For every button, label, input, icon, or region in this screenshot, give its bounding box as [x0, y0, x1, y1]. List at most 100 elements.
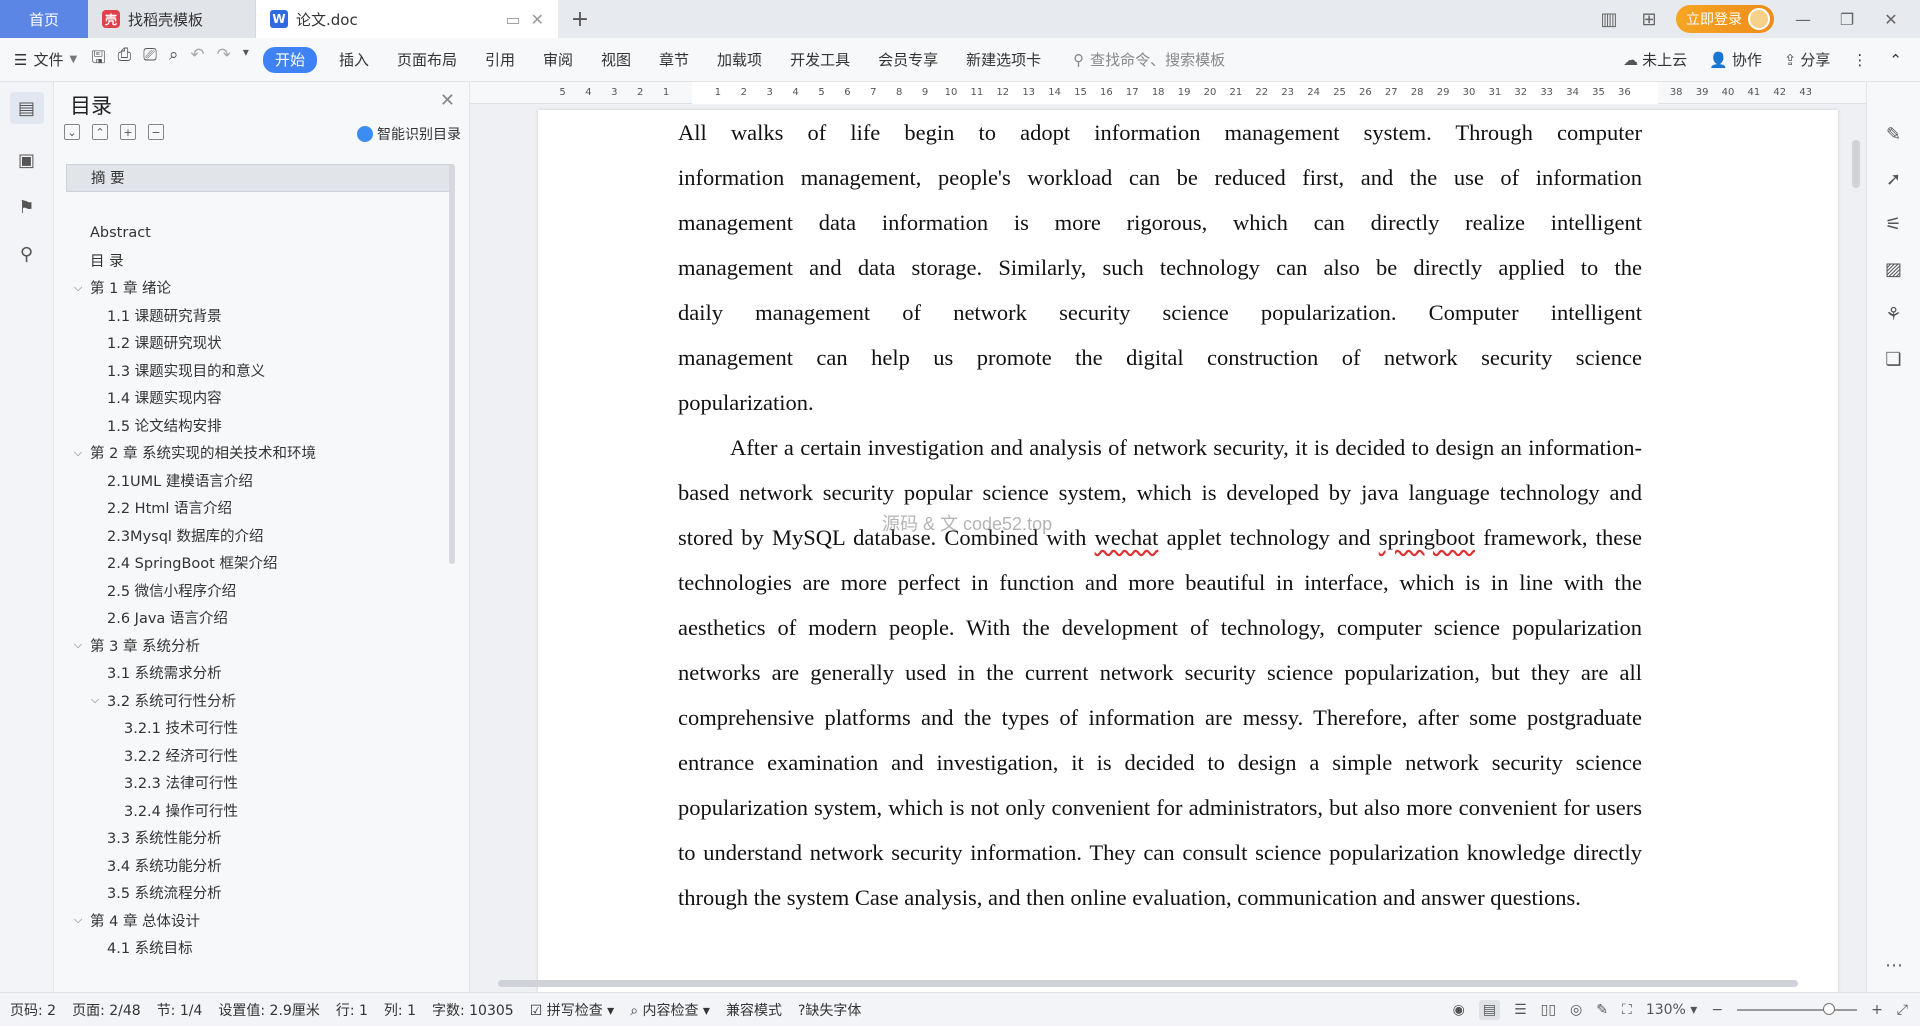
web-view-icon[interactable]: ◎	[1570, 1002, 1582, 1018]
find-icon[interactable]: ⚲	[20, 244, 33, 265]
toc-entry[interactable]: ⌵ 第 4 章 总体设计	[54, 907, 454, 935]
cloud-status[interactable]: ☁ 未上云	[1623, 49, 1687, 70]
add-heading-icon[interactable]: +	[120, 124, 136, 140]
tab-daoke[interactable]: 壳 找稻壳模板	[88, 0, 256, 38]
outline-view-icon[interactable]: ☰	[1514, 1002, 1527, 1018]
menu-review[interactable]: 审阅	[529, 49, 587, 70]
toc-entry[interactable]: 1.2 课题研究现状	[54, 329, 454, 357]
adjust-sliders-icon[interactable]: ⚟	[1885, 214, 1901, 235]
chevron-down-icon[interactable]: ⌵	[87, 693, 103, 707]
read-mode-icon[interactable]: ▯▯	[1541, 1002, 1556, 1018]
eye-protection-icon[interactable]: ◉	[1453, 1002, 1465, 1018]
image-tools-icon[interactable]: ▨	[1885, 259, 1902, 280]
menu-insert[interactable]: 插入	[325, 49, 383, 70]
collaborate-button[interactable]: 👤 协作	[1709, 49, 1762, 70]
toc-entry[interactable]: 2.4 SpringBoot 框架介绍	[54, 549, 454, 577]
select-cursor-icon[interactable]: ➚	[1886, 169, 1901, 190]
tab-document[interactable]: W 论文.doc ▭ ✕	[256, 0, 558, 38]
smart-toc-button[interactable]: 智能识别目录	[357, 124, 461, 144]
menu-member[interactable]: 会员专享	[864, 49, 952, 70]
print-icon[interactable]: ⎚	[143, 45, 157, 74]
toc-entry[interactable]: 1.1 课题研究背景	[54, 302, 454, 330]
vertical-scrollbar[interactable]	[1848, 110, 1862, 970]
command-search[interactable]: ⚲ 查找命令、搜索模板	[1073, 49, 1225, 70]
toc-entry[interactable]: Abstract	[54, 219, 454, 247]
close-window-icon[interactable]: ✕	[1876, 10, 1906, 29]
close-icon[interactable]: ✕	[440, 90, 455, 111]
expand-all-icon[interactable]: ⌄	[64, 124, 80, 140]
toc-entry[interactable]: 3.2.1 技术可行性	[54, 714, 454, 742]
zoom-slider[interactable]	[1737, 1002, 1858, 1015]
more-icon[interactable]: ⋮	[1852, 51, 1867, 69]
menu-page-layout[interactable]: 页面布局	[383, 49, 471, 70]
share-button[interactable]: ⇪ 分享	[1784, 49, 1831, 70]
menu-addins[interactable]: 加载项	[703, 49, 776, 70]
paragraph-2[interactable]: After a certain investigation and analys…	[678, 425, 1642, 920]
toc-entry[interactable]: 摘 要	[66, 164, 454, 192]
menu-view[interactable]: 视图	[587, 49, 645, 70]
toc-panel-icon[interactable]: ▤	[9, 92, 44, 124]
fit-page-icon[interactable]: ⛶	[1622, 1002, 1632, 1018]
customize-toolbar-icon[interactable]: ▾	[243, 45, 249, 74]
chevron-down-icon[interactable]: ⌵	[70, 913, 86, 927]
toc-entry[interactable]: 3.4 系统功能分析	[54, 852, 454, 880]
restore-icon[interactable]: ❐	[1832, 10, 1862, 29]
spelling-flag-springboot[interactable]: springboot	[1379, 525, 1475, 550]
reader-icon[interactable]: ❏	[1885, 349, 1901, 370]
paragraph-1[interactable]: All walks of life begin to adopt informa…	[678, 110, 1642, 425]
toc-entry[interactable]: ⌵ 第 3 章 系统分析	[54, 632, 454, 660]
page-text[interactable]: All walks of life begin to adopt informa…	[678, 110, 1642, 920]
collapse-ribbon-icon[interactable]: ⌃	[1889, 51, 1902, 69]
toc-entry[interactable]: 3.2.4 操作可行性	[54, 797, 454, 825]
ai-assistant-icon[interactable]: ⚘	[1885, 304, 1901, 325]
redo-icon[interactable]: ↷	[217, 45, 231, 74]
zoom-out-icon[interactable]: −	[1711, 1002, 1723, 1018]
horizontal-scrollbar[interactable]	[488, 978, 1848, 988]
zoom-slider-knob[interactable]	[1823, 1002, 1836, 1015]
toc-entry[interactable]: 2.2 Html 语言介绍	[54, 494, 454, 522]
missing-font-button[interactable]: ?缺失字体	[798, 1000, 861, 1020]
content-check-button[interactable]: ⌕ 内容检查 ▾	[630, 1000, 710, 1020]
tab-home[interactable]: 首页	[0, 0, 88, 38]
save-icon[interactable]: 🖫	[91, 45, 105, 74]
float-window-icon[interactable]: ▭	[505, 10, 520, 29]
chevron-down-icon[interactable]: ⌵	[70, 638, 86, 652]
undo-icon[interactable]: ↶	[190, 45, 204, 74]
status-page[interactable]: 页面: 2/48	[72, 1000, 141, 1020]
toc-entry[interactable]: 3.5 系统流程分析	[54, 879, 454, 907]
bookmark-icon[interactable]: ⚑	[18, 197, 34, 218]
menu-section[interactable]: 章节	[645, 49, 703, 70]
chapter-nav-icon[interactable]: ▣	[18, 150, 35, 171]
toc-entry[interactable]: ⌵ 第 2 章 系统实现的相关技术和环境	[54, 439, 454, 467]
toc-entry[interactable]: 目 录	[54, 247, 454, 275]
fullscreen-icon[interactable]: ⤢	[1897, 1002, 1908, 1018]
toc-entry[interactable]: 1.5 论文结构安排	[54, 412, 454, 440]
menu-home[interactable]: 开始	[262, 46, 317, 73]
chevron-down-icon[interactable]: ⌵	[70, 281, 86, 295]
toc-scrollbar[interactable]	[449, 164, 455, 564]
remove-heading-icon[interactable]: −	[148, 124, 164, 140]
toc-entry[interactable]	[54, 192, 454, 220]
horizontal-ruler[interactable]: 5 4 3 2 1 1 2 3 4 5 6 7 8 9 10 11 12 13 14 15 16 17 18 19 20 21 22…	[470, 82, 1866, 104]
spell-check-button[interactable]: ☑ 拼写检查 ▾	[530, 1000, 615, 1020]
status-setting[interactable]: 设置值: 2.9厘米	[218, 1000, 319, 1020]
export-pdf-icon[interactable]: ⎙	[118, 45, 132, 74]
document-page[interactable]: All walks of life begin to adopt informa…	[538, 110, 1838, 992]
login-button[interactable]: 立即登录	[1676, 5, 1774, 33]
vertical-scroll-thumb[interactable]	[1852, 140, 1860, 188]
collapse-all-icon[interactable]: ⌃	[92, 124, 108, 140]
toc-entry[interactable]: 2.3Mysql 数据库的介绍	[54, 522, 454, 550]
edit-pen-icon[interactable]: ✎	[1886, 124, 1901, 145]
page-view-icon[interactable]: ▤	[1478, 999, 1501, 1020]
toc-entry[interactable]: 1.4 课题实现内容	[54, 384, 454, 412]
write-mode-icon[interactable]: ✎	[1596, 1002, 1608, 1018]
toc-entry[interactable]: 3.2.2 经济可行性	[54, 742, 454, 770]
toc-entry[interactable]: ⌵ 3.2 系统可行性分析	[54, 687, 454, 715]
toc-entry[interactable]: 3.3 系统性能分析	[54, 824, 454, 852]
toc-entry[interactable]: 3.2.3 法律可行性	[54, 769, 454, 797]
horizontal-scroll-thumb[interactable]	[498, 980, 1798, 987]
toc-entry[interactable]: 2.6 Java 语言介绍	[54, 604, 454, 632]
menu-new-tab[interactable]: 新建选项卡	[952, 49, 1055, 70]
chevron-down-icon[interactable]: ⌵	[70, 446, 86, 460]
new-tab-button[interactable]: +	[558, 0, 602, 38]
